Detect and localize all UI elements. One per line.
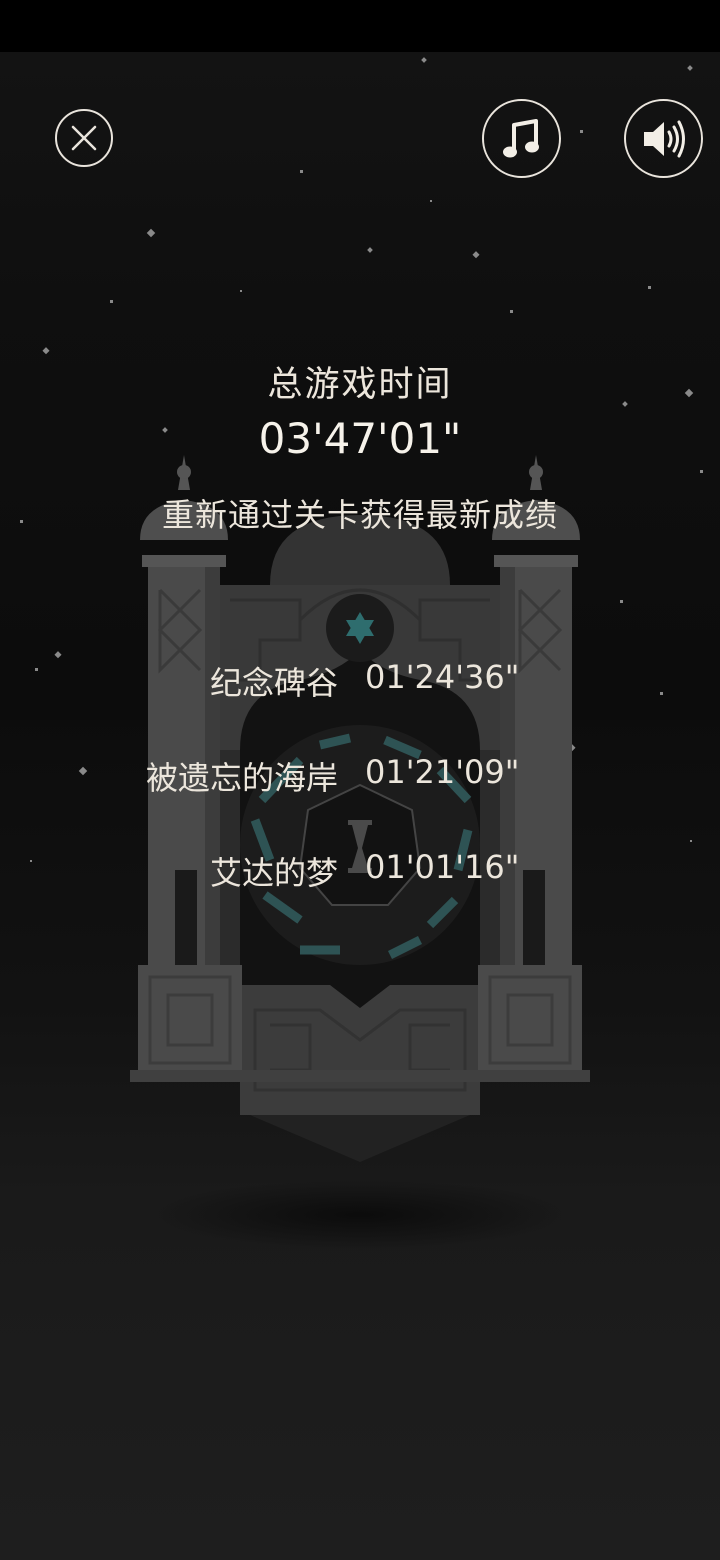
level-time: 01'01'16" <box>365 848 520 886</box>
music-toggle-button[interactable] <box>482 99 561 178</box>
speaker-volume-icon <box>643 120 685 157</box>
game-stats-screen: 总游戏时间 03'47'01" 重新通过关卡获得最新成绩 纪念碑谷 01'24'… <box>0 0 720 1560</box>
close-button[interactable] <box>55 109 113 167</box>
replay-hint-text: 重新通过关卡获得最新成绩 <box>161 496 558 534</box>
music-note-icon <box>502 118 539 157</box>
level-time: 01'24'36" <box>365 658 520 696</box>
sound-toggle-button[interactable] <box>624 99 703 178</box>
level-time: 01'21'09" <box>365 753 520 791</box>
level-record-row: 艾达的梦 01'01'16" <box>0 848 720 894</box>
total-play-time-value: 03'47'01" <box>258 414 462 463</box>
level-name: 被遗忘的海岸 <box>145 759 338 797</box>
total-play-time-title: 总游戏时间 <box>267 365 453 405</box>
close-icon <box>71 125 97 151</box>
level-name: 艾达的梦 <box>209 854 338 892</box>
level-name: 纪念碑谷 <box>209 664 338 702</box>
level-record-row: 被遗忘的海岸 01'21'09" <box>0 753 720 799</box>
level-record-row: 纪念碑谷 01'24'36" <box>0 658 720 704</box>
